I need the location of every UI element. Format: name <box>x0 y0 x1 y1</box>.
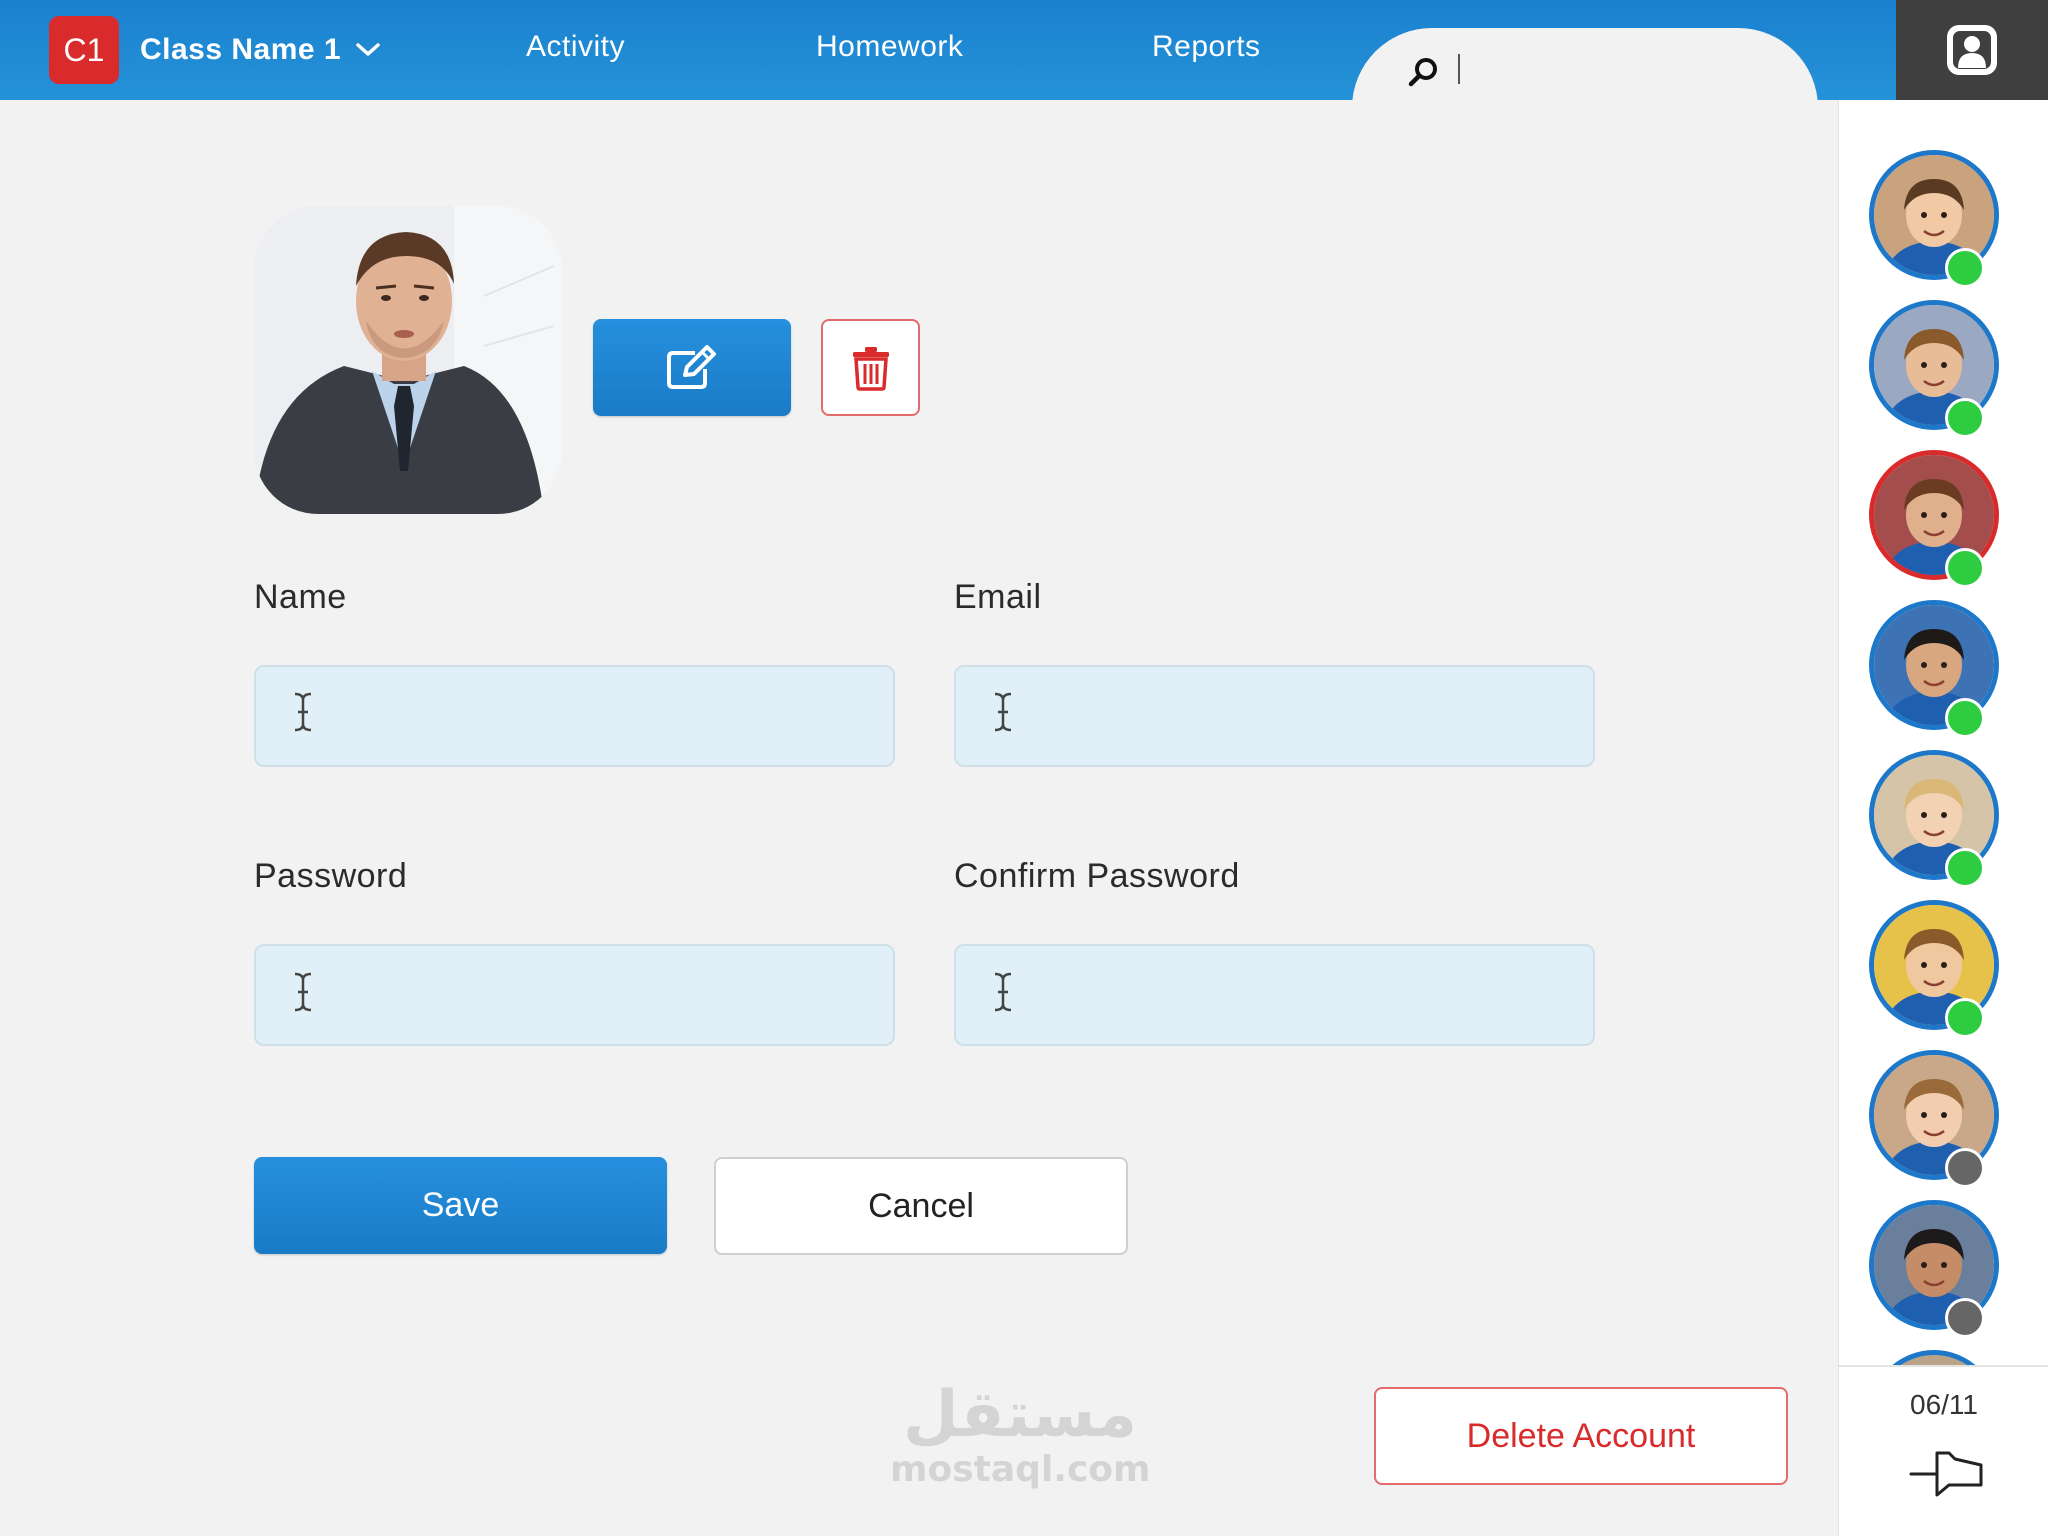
search-icon <box>1408 58 1437 87</box>
profile-photo <box>254 206 562 514</box>
sidebar-footer: 06/11 <box>1839 1365 2048 1536</box>
delete-account-button[interactable]: Delete Account <box>1374 1387 1788 1485</box>
nav-reports[interactable]: Reports <box>1152 30 1261 64</box>
password-label: Password <box>254 857 408 895</box>
status-dot-offline <box>1945 1298 1985 1338</box>
save-button[interactable]: Save <box>254 1157 667 1254</box>
name-field[interactable] <box>254 665 895 767</box>
class-name: Class Name 1 <box>140 33 342 66</box>
status-dot-offline <box>1945 1148 1985 1188</box>
trash-icon <box>852 346 889 391</box>
confirm-password-label: Confirm Password <box>954 857 1240 895</box>
delete-photo-button[interactable] <box>821 319 920 416</box>
status-dot-online <box>1945 998 1985 1038</box>
edit-photo-button[interactable] <box>593 319 791 416</box>
edit-icon <box>667 344 716 389</box>
status-dot-online <box>1945 398 1985 438</box>
status-dot-online <box>1945 848 1985 888</box>
cancel-button[interactable]: Cancel <box>714 1157 1128 1255</box>
user-profile-button[interactable] <box>1896 0 2048 100</box>
email-label: Email <box>954 578 1042 616</box>
search-caret <box>1458 54 1460 84</box>
chevron-down-icon <box>356 43 380 56</box>
email-field[interactable] <box>954 665 1595 767</box>
name-label: Name <box>254 578 347 616</box>
search-box[interactable] <box>1352 28 1818 108</box>
watermark-arabic: مستقل <box>902 1378 1138 1452</box>
student-sidebar: 06/11 <box>1838 100 2048 1536</box>
teacher-photo <box>254 206 562 514</box>
status-dot-online <box>1945 548 1985 588</box>
watermark: مستقل mostaql.com <box>890 1378 1151 1490</box>
pin-icon[interactable] <box>1909 1447 1983 1501</box>
watermark-latin: mostaql.com <box>890 1449 1151 1490</box>
page-counter: 06/11 <box>1910 1389 1978 1420</box>
status-dot-online <box>1945 248 1985 288</box>
status-dot-online <box>1945 698 1985 738</box>
nav-homework[interactable]: Homework <box>816 30 963 64</box>
user-icon <box>1947 25 1997 75</box>
top-bar: C1 Class Name 1 Activity Homework Report… <box>0 0 1896 108</box>
confirm-password-field[interactable] <box>954 944 1595 1046</box>
nav-activity[interactable]: Activity <box>526 30 625 64</box>
password-field[interactable] <box>254 944 895 1046</box>
class-badge[interactable]: C1 <box>49 16 119 84</box>
class-selector[interactable]: Class Name 1 <box>140 30 381 70</box>
